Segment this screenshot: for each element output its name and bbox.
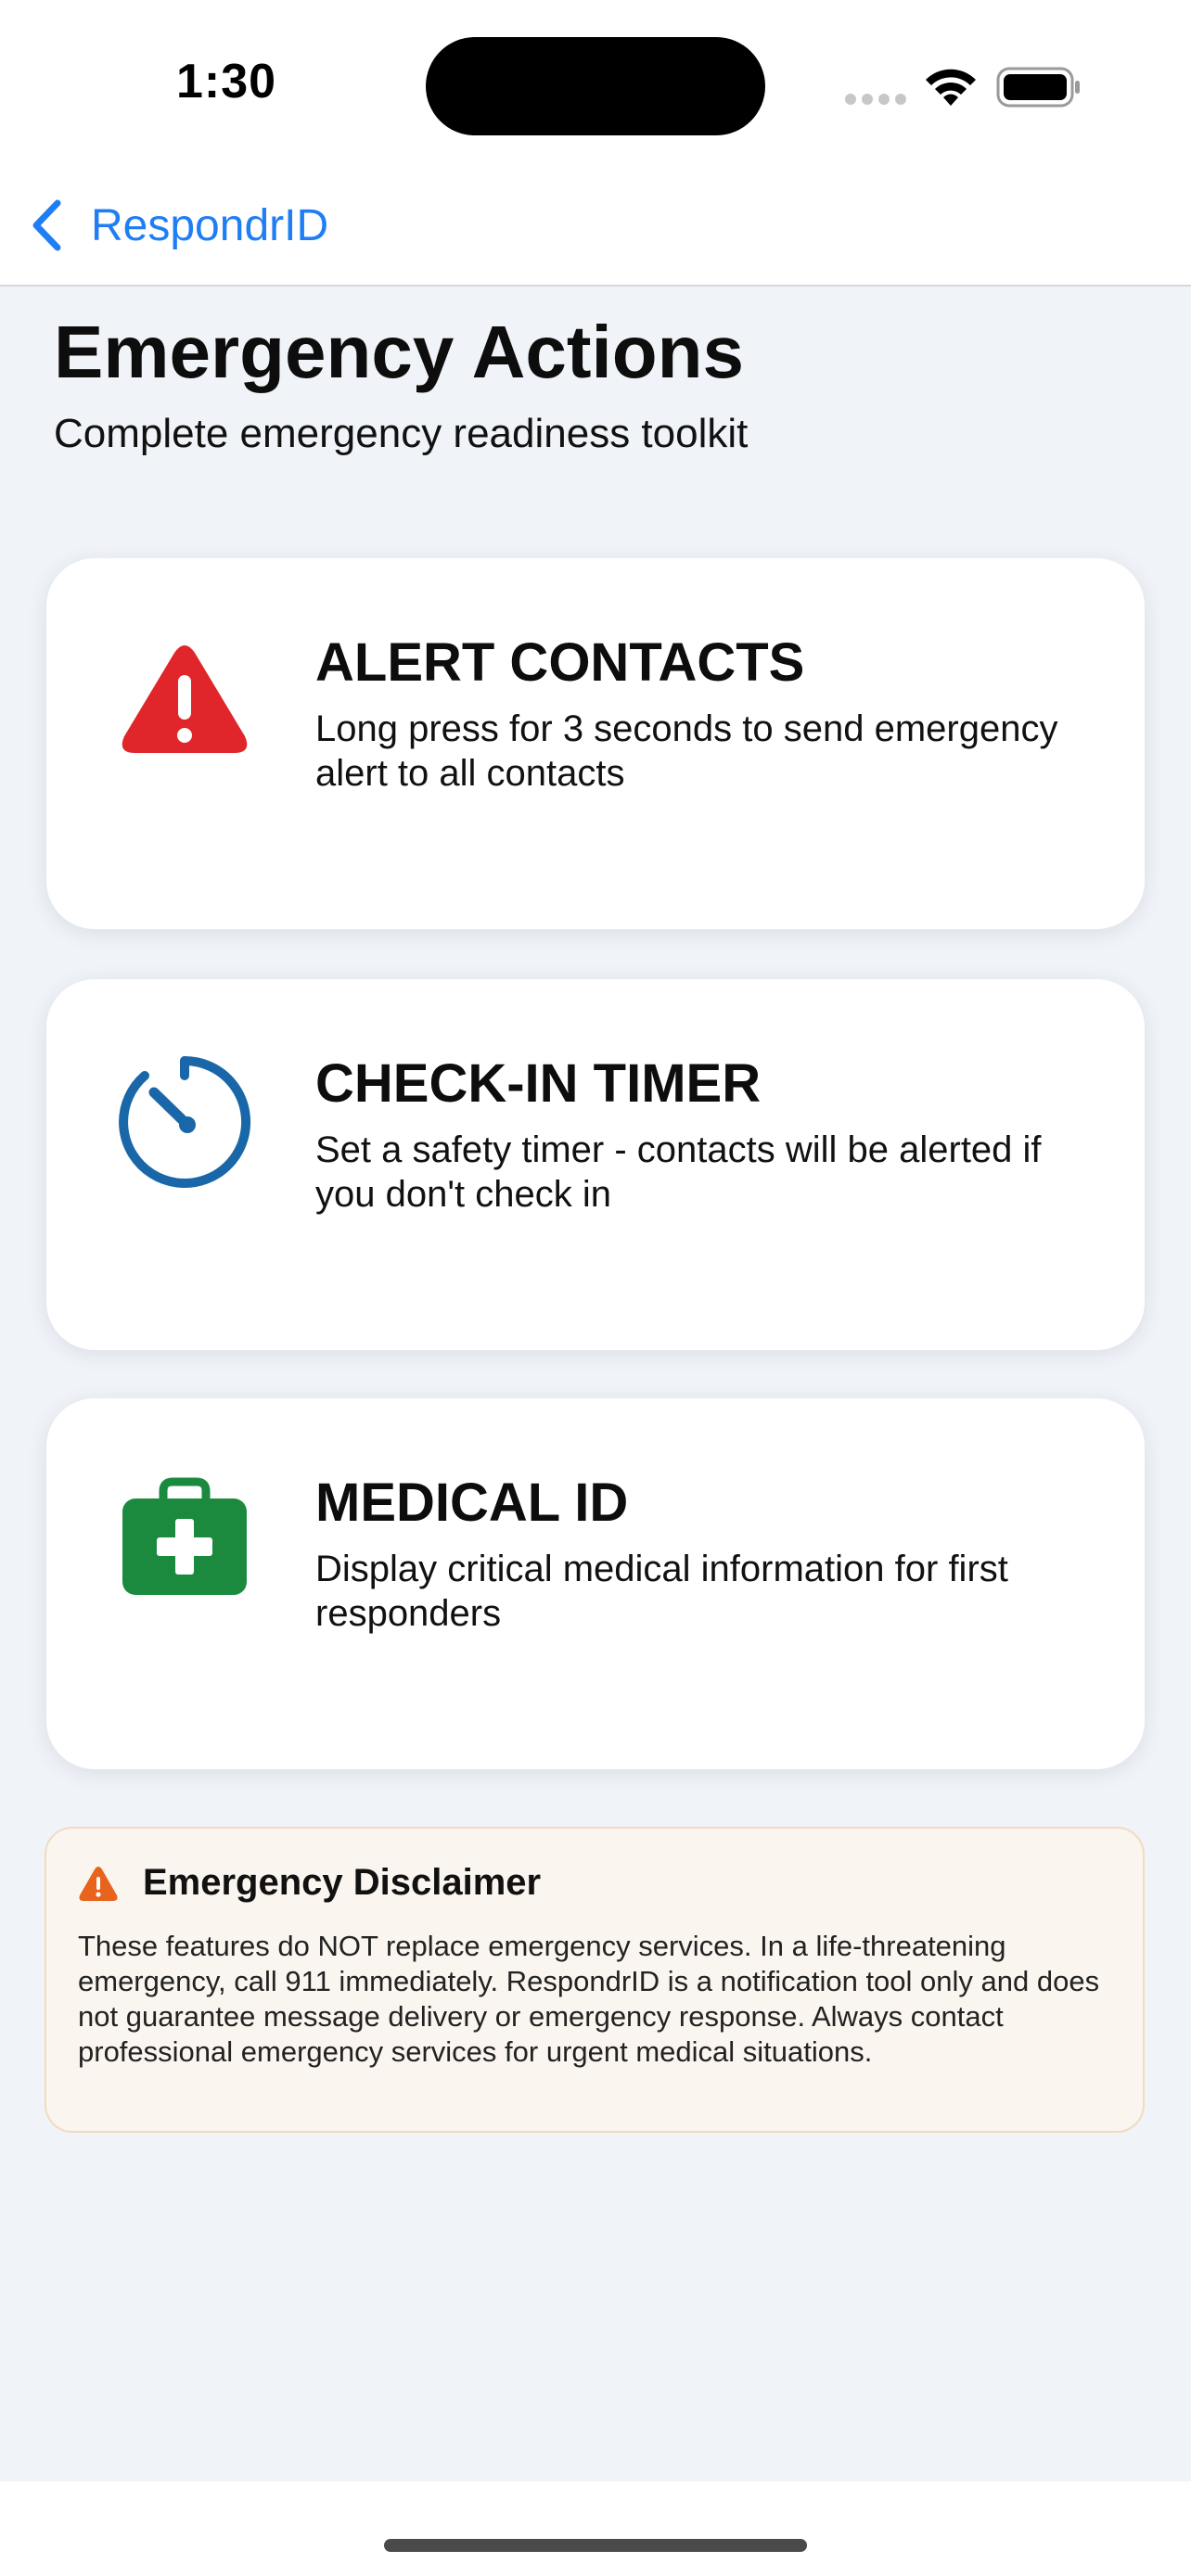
wifi-icon — [926, 69, 976, 106]
dynamic-island — [426, 37, 765, 135]
disclaimer-text: These features do NOT replace emergency … — [78, 1930, 1100, 2068]
back-button-label: RespondrID — [91, 200, 329, 250]
alert-contacts-description: Long press for 3 seconds to send emergen… — [315, 708, 1058, 794]
warning-icon — [79, 1867, 118, 1901]
home-indicator[interactable] — [384, 2539, 807, 2552]
alert-contacts-card[interactable]: ALERT CONTACTS Long press for 3 seconds … — [46, 558, 1145, 929]
check-in-timer-card[interactable]: CHECK-IN TIMER Set a safety timer - cont… — [46, 979, 1145, 1350]
status-time: 1:30 — [176, 55, 277, 108]
nav-divider — [0, 285, 1191, 287]
page-title: Emergency Actions — [54, 311, 744, 393]
chevron-left-icon — [32, 199, 61, 251]
bottom-safe-area — [0, 2481, 1191, 2576]
warning-triangle-icon — [122, 645, 248, 753]
cellular-signal-icon — [845, 94, 906, 105]
battery-icon — [996, 67, 1080, 108]
page-subtitle: Complete emergency readiness toolkit — [54, 411, 749, 456]
timer-icon — [119, 1056, 251, 1188]
alert-contacts-title: ALERT CONTACTS — [315, 632, 805, 693]
medical-id-description: Display critical medical information for… — [315, 1549, 1008, 1634]
medical-id-card[interactable]: MEDICAL ID Display critical medical info… — [46, 1398, 1145, 1769]
medical-id-title: MEDICAL ID — [315, 1473, 629, 1533]
check-in-timer-description: Set a safety timer - contacts will be al… — [315, 1129, 1042, 1215]
disclaimer-title: Emergency Disclaimer — [143, 1862, 542, 1903]
emergency-disclaimer: Emergency Disclaimer These features do N… — [45, 1827, 1145, 2133]
check-in-timer-title: CHECK-IN TIMER — [315, 1053, 762, 1114]
medical-kit-icon — [122, 1477, 247, 1595]
back-button[interactable]: RespondrID — [30, 193, 328, 258]
